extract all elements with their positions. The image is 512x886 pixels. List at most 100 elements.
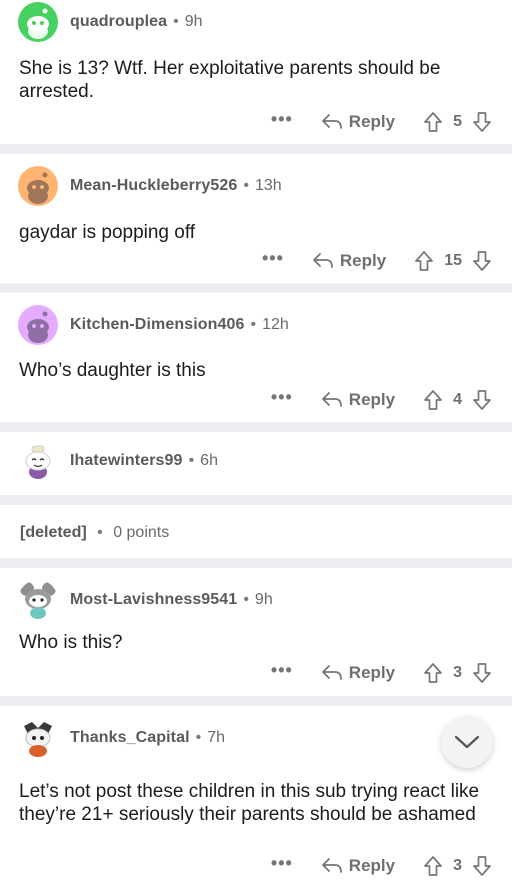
downvote-arrow-icon[interactable] bbox=[472, 662, 492, 684]
comment-body: She is 13? Wtf. Her exploitative parents… bbox=[19, 58, 441, 102]
avatar[interactable] bbox=[18, 718, 58, 758]
username[interactable]: quadrouplea bbox=[70, 13, 167, 31]
vote-count: 5 bbox=[453, 113, 462, 130]
timestamp: 9h bbox=[184, 13, 203, 30]
reply-arrow-icon bbox=[313, 253, 333, 268]
username[interactable]: Mean-Huckleberry526 bbox=[70, 177, 237, 195]
vote-count: 15 bbox=[444, 252, 462, 269]
vote-controls: 5 bbox=[423, 111, 492, 133]
comment-actions: ••• Reply 4 bbox=[271, 388, 492, 412]
timestamp: 7h bbox=[207, 729, 226, 746]
comment-card: Mean-Huckleberry526 • 13h gaydar is popp… bbox=[0, 154, 512, 283]
downvote-arrow-icon[interactable] bbox=[472, 111, 492, 133]
comment-meta: Thanks_Capital • 7h bbox=[18, 718, 225, 758]
username[interactable]: Most-Lavishness9541 bbox=[70, 591, 237, 609]
more-options-button[interactable]: ••• bbox=[262, 249, 284, 269]
vote-controls: 4 bbox=[423, 389, 492, 411]
more-options-button[interactable]: ••• bbox=[271, 661, 293, 681]
reply-arrow-icon bbox=[321, 114, 342, 129]
comment-actions: ••• Reply 15 bbox=[262, 249, 492, 273]
timestamp: 9h bbox=[254, 591, 273, 608]
username[interactable]: Kitchen-Dimension406 bbox=[70, 316, 244, 334]
separator-dot: • bbox=[250, 316, 257, 333]
comment-body: Let’s not post these children in this su… bbox=[19, 781, 480, 825]
comment-meta: Ihatewinters99 • 6h bbox=[18, 441, 218, 481]
comment-card: quadrouplea • 9h She is 13? Wtf. Her exp… bbox=[0, 0, 512, 144]
comment-actions: ••• Reply 3 bbox=[271, 661, 492, 685]
reply-arrow-icon bbox=[321, 392, 342, 407]
avatar[interactable] bbox=[18, 580, 58, 620]
vote-count: 3 bbox=[453, 664, 462, 681]
avatar[interactable] bbox=[18, 305, 58, 345]
separator-dot: • bbox=[173, 13, 179, 30]
comment-actions: ••• Reply 3 bbox=[271, 854, 492, 878]
reply-button[interactable]: Reply bbox=[312, 251, 386, 271]
downvote-arrow-icon[interactable] bbox=[472, 389, 492, 411]
separator-dot: • bbox=[188, 452, 195, 469]
separator-dot: • bbox=[97, 524, 103, 541]
reply-label: Reply bbox=[348, 112, 396, 131]
vote-controls: 15 bbox=[414, 250, 492, 272]
timestamp: 13h bbox=[254, 177, 282, 194]
comment-actions: ••• Reply 5 bbox=[271, 110, 492, 134]
upvote-arrow-icon[interactable] bbox=[423, 389, 443, 411]
comment-meta: Most-Lavishness9541 • 9h bbox=[18, 580, 273, 620]
vote-controls: 3 bbox=[423, 855, 492, 877]
upvote-arrow-icon[interactable] bbox=[414, 250, 434, 272]
reply-arrow-icon bbox=[321, 858, 342, 873]
upvote-arrow-icon[interactable] bbox=[423, 855, 443, 877]
deleted-meta: [deleted] • 0 points bbox=[20, 524, 169, 542]
reply-label: Reply bbox=[348, 856, 396, 875]
comment-card: Thanks_Capital • 7h Let’s not post these… bbox=[0, 706, 512, 886]
scroll-down-button[interactable] bbox=[441, 716, 493, 768]
timestamp: 12h bbox=[262, 316, 289, 333]
username[interactable]: Ihatewinters99 bbox=[70, 452, 183, 470]
deleted-comment[interactable]: [deleted] • 0 points bbox=[0, 505, 512, 558]
reply-label: Reply bbox=[348, 390, 396, 409]
reply-button[interactable]: Reply bbox=[321, 856, 395, 876]
upvote-arrow-icon[interactable] bbox=[423, 662, 443, 684]
upvote-arrow-icon[interactable] bbox=[423, 111, 443, 133]
separator-dot: • bbox=[243, 591, 249, 608]
comment-body: gaydar is popping off bbox=[19, 222, 196, 243]
avatar[interactable] bbox=[18, 441, 58, 481]
reply-button[interactable]: Reply bbox=[321, 112, 395, 132]
snoo-icon bbox=[20, 582, 56, 619]
vote-count: 4 bbox=[453, 391, 462, 408]
points-count: 0 points bbox=[113, 524, 170, 541]
chevron-down-icon bbox=[454, 735, 480, 749]
comment-meta: quadrouplea • 9h bbox=[18, 2, 203, 42]
reply-label: Reply bbox=[339, 251, 387, 270]
comment-card: Most-Lavishness9541 • 9h Who is this? ••… bbox=[0, 568, 512, 696]
vote-controls: 3 bbox=[423, 662, 492, 684]
reply-button[interactable]: Reply bbox=[321, 663, 395, 683]
snoo-icon bbox=[27, 311, 49, 343]
more-options-button[interactable]: ••• bbox=[271, 854, 293, 874]
comment-body: Who’s daughter is this bbox=[19, 360, 206, 381]
reply-button[interactable]: Reply bbox=[321, 390, 395, 410]
comment-body: Who is this? bbox=[19, 632, 123, 653]
more-options-button[interactable]: ••• bbox=[271, 110, 293, 130]
reply-arrow-icon bbox=[321, 665, 342, 680]
comment-meta: Kitchen-Dimension406 • 12h bbox=[18, 305, 289, 345]
comment-meta: Mean-Huckleberry526 • 13h bbox=[18, 166, 282, 206]
timestamp: 6h bbox=[200, 452, 218, 469]
downvote-arrow-icon[interactable] bbox=[472, 250, 492, 272]
avatar[interactable] bbox=[18, 2, 58, 42]
snoo-icon bbox=[25, 445, 51, 479]
username[interactable]: Thanks_Capital bbox=[70, 729, 190, 747]
separator-dot: • bbox=[195, 729, 202, 746]
snoo-icon bbox=[27, 172, 49, 204]
comment-feed: quadrouplea • 9h She is 13? Wtf. Her exp… bbox=[0, 0, 512, 886]
avatar[interactable] bbox=[18, 166, 58, 206]
snoo-icon bbox=[24, 722, 52, 757]
separator-dot: • bbox=[243, 177, 249, 194]
vote-count: 3 bbox=[453, 857, 462, 874]
more-options-button[interactable]: ••• bbox=[271, 388, 293, 408]
reply-label: Reply bbox=[348, 663, 396, 682]
comment-card: Kitchen-Dimension406 • 12h Who’s daughte… bbox=[0, 293, 512, 422]
comment-card-collapsed[interactable]: Ihatewinters99 • 6h bbox=[0, 432, 512, 495]
downvote-arrow-icon[interactable] bbox=[472, 855, 492, 877]
deleted-label: [deleted] bbox=[20, 524, 87, 541]
snoo-icon bbox=[27, 8, 49, 39]
